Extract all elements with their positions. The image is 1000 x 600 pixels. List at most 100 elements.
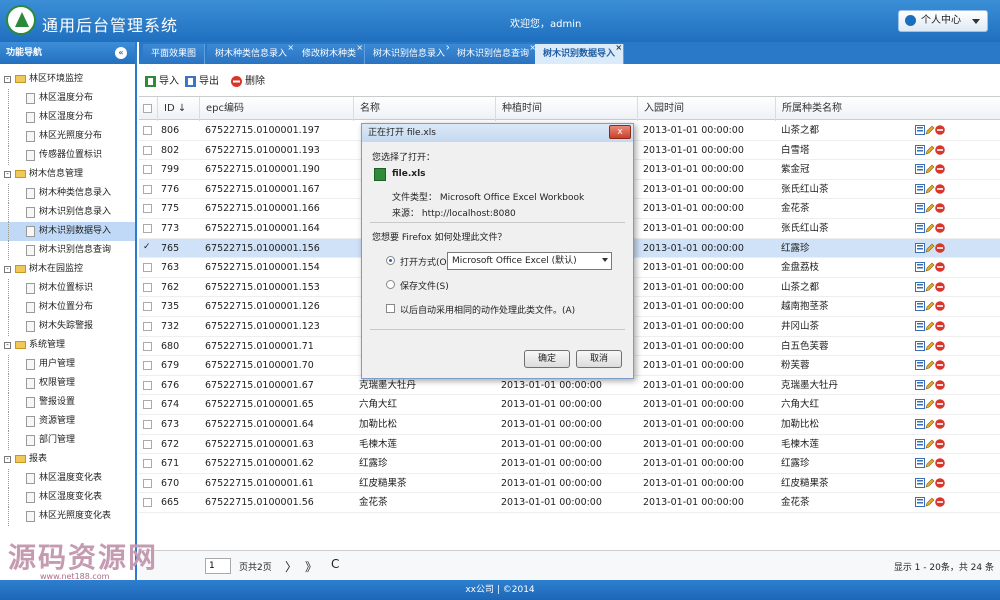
tree-item[interactable]: 林区湿度变化表 xyxy=(0,488,135,507)
tree-item[interactable]: 林区光照度分布 xyxy=(0,127,135,146)
tab[interactable]: 修改树木种类 × xyxy=(294,43,366,64)
edit-icon[interactable] xyxy=(925,125,935,135)
delete-row-icon[interactable] xyxy=(935,477,945,488)
view-icon[interactable] xyxy=(915,262,925,273)
view-icon[interactable] xyxy=(915,497,925,508)
tree-item[interactable]: 林区湿度分布 xyxy=(0,108,135,127)
column-header[interactable]: 种植时间 xyxy=(495,97,542,121)
tree-group[interactable]: - 树木在园监控 xyxy=(0,260,135,279)
view-icon[interactable] xyxy=(915,438,925,449)
delete-row-icon[interactable] xyxy=(935,242,945,253)
row-checkbox[interactable] xyxy=(143,145,152,155)
tab[interactable]: 树木识别信息查询 × xyxy=(449,43,539,64)
edit-icon[interactable] xyxy=(925,399,935,409)
tree-item[interactable]: 树木识别信息录入 xyxy=(0,203,135,222)
tab[interactable]: 树木识别数据导入 × xyxy=(535,43,625,64)
view-icon[interactable] xyxy=(915,419,925,429)
remember-checkbox[interactable] xyxy=(386,304,395,313)
close-tab-icon[interactable]: × xyxy=(287,38,294,58)
tree-item[interactable]: 部门管理 xyxy=(0,431,135,450)
user-menu-button[interactable]: 个人中心 xyxy=(898,10,988,32)
tree-item[interactable]: 林区光照度变化表 xyxy=(0,507,135,526)
edit-icon[interactable] xyxy=(925,478,935,488)
page-number-input[interactable] xyxy=(205,558,231,574)
collapse-sidebar-icon[interactable]: « xyxy=(115,47,127,59)
tree-item[interactable]: 林区温度变化表 xyxy=(0,469,135,488)
edit-icon[interactable] xyxy=(925,262,935,272)
edit-icon[interactable] xyxy=(925,164,935,174)
column-header[interactable]: 名称 xyxy=(353,97,380,121)
column-header[interactable]: 入园时间 xyxy=(637,97,684,121)
row-checkbox[interactable] xyxy=(143,282,152,292)
tree-item[interactable]: 资源管理 xyxy=(0,412,135,431)
row-checkbox[interactable] xyxy=(143,224,152,233)
view-icon[interactable] xyxy=(915,183,925,194)
delete-row-icon[interactable] xyxy=(935,340,945,351)
row-checkbox[interactable] xyxy=(143,341,152,351)
next-page-button[interactable]: 〉 xyxy=(285,558,297,575)
last-page-button[interactable]: 》 xyxy=(305,558,317,575)
row-checkbox[interactable] xyxy=(143,322,152,331)
tree-item[interactable]: 树木位置标识 xyxy=(0,279,135,298)
row-checkbox[interactable] xyxy=(143,126,152,135)
row-checkbox[interactable] xyxy=(143,361,152,371)
edit-icon[interactable] xyxy=(925,458,935,468)
view-icon[interactable] xyxy=(915,399,925,410)
delete-row-icon[interactable] xyxy=(935,301,945,312)
view-icon[interactable] xyxy=(915,164,925,175)
row-checkbox[interactable] xyxy=(143,420,152,429)
select-all-checkbox[interactable] xyxy=(143,104,152,113)
tree-item[interactable]: 警报设置 xyxy=(0,393,135,412)
dialog-close-button[interactable]: x xyxy=(609,125,631,139)
tab[interactable]: 树木识别信息录入× xyxy=(365,43,455,64)
view-icon[interactable] xyxy=(915,458,925,469)
collapse-toggle-icon[interactable]: - xyxy=(4,266,11,273)
delete-row-icon[interactable] xyxy=(935,458,945,468)
delete-row-icon[interactable] xyxy=(935,419,945,429)
tree-item[interactable]: 树木位置分布 xyxy=(0,298,135,317)
edit-icon[interactable] xyxy=(925,341,935,351)
edit-icon[interactable] xyxy=(925,321,935,331)
import-button[interactable]: 导入 xyxy=(143,73,179,91)
row-checkbox[interactable] xyxy=(143,478,152,488)
edit-icon[interactable] xyxy=(925,439,935,449)
edit-icon[interactable] xyxy=(925,282,935,292)
export-button[interactable]: 导出 xyxy=(183,73,219,91)
delete-row-icon[interactable] xyxy=(935,223,945,233)
column-header[interactable]: 所属种类名称 xyxy=(775,97,842,121)
collapse-toggle-icon[interactable]: - xyxy=(4,171,11,178)
delete-row-icon[interactable] xyxy=(935,262,945,272)
row-checkbox[interactable] xyxy=(143,400,152,410)
refresh-button[interactable]: C xyxy=(331,557,339,571)
row-checkbox[interactable] xyxy=(143,459,152,469)
edit-icon[interactable] xyxy=(925,145,935,155)
view-icon[interactable] xyxy=(915,360,925,371)
view-icon[interactable] xyxy=(915,379,925,390)
edit-icon[interactable] xyxy=(925,203,935,213)
delete-row-icon[interactable] xyxy=(935,125,945,135)
view-icon[interactable] xyxy=(915,340,925,351)
tree-item[interactable]: 树木识别信息查询 xyxy=(0,241,135,260)
delete-row-icon[interactable] xyxy=(935,183,945,194)
tree-item[interactable]: 用户管理 xyxy=(0,355,135,374)
tab[interactable]: 树木种类信息录入 × xyxy=(207,43,297,64)
table-row[interactable]: 672 67522715.0100001.63 毛楝木莲 2013-01-01 00:… xyxy=(139,435,1000,455)
tree-item[interactable]: 树木种类信息录入 xyxy=(0,184,135,203)
tree-item[interactable]: 树木失踪警报 xyxy=(0,317,135,336)
row-checkbox[interactable] xyxy=(143,184,152,194)
delete-row-icon[interactable] xyxy=(935,438,945,449)
edit-icon[interactable] xyxy=(925,184,935,194)
delete-row-icon[interactable] xyxy=(935,203,945,214)
view-icon[interactable] xyxy=(915,203,925,214)
delete-row-icon[interactable] xyxy=(935,497,945,508)
edit-icon[interactable] xyxy=(925,360,935,370)
open-with-select[interactable]: Microsoft Office Excel (默认) xyxy=(447,252,612,270)
view-icon[interactable] xyxy=(915,477,925,488)
delete-row-icon[interactable] xyxy=(935,144,945,155)
view-icon[interactable] xyxy=(915,242,925,253)
ok-button[interactable]: 确定 xyxy=(524,350,570,368)
delete-row-icon[interactable] xyxy=(935,321,945,331)
table-row[interactable]: 665 67522715.0100001.56 金花茶 2013-01-01 00:0… xyxy=(139,493,1000,513)
delete-row-icon[interactable] xyxy=(935,164,945,174)
open-with-radio[interactable] xyxy=(386,256,395,265)
